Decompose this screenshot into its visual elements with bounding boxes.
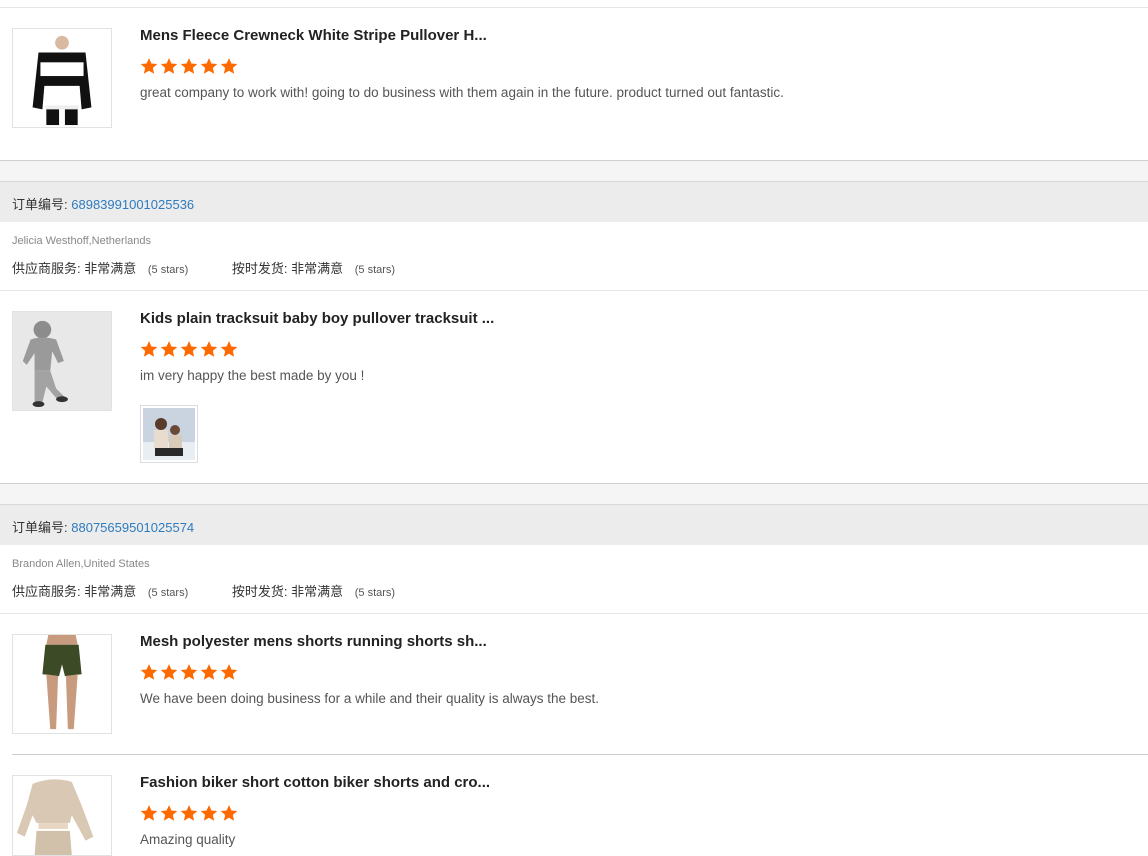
order-header: 订单编号: 88075659501025574 [0,504,1148,545]
delivery-rating: 按时发货: 非常满意 (5 stars) [231,261,396,276]
review-text: Amazing quality [140,832,236,847]
customer-photo-thumbnail [143,408,195,460]
divider [0,290,1148,291]
product-title[interactable]: Mens Fleece Crewneck White Stripe Pullov… [140,27,487,44]
order-number-label: 订单编号: [12,520,68,535]
star-icon [160,341,178,357]
star-icon [200,58,218,74]
star-icon [160,664,178,680]
beige-crop-set-image [13,776,111,855]
star-icon [180,805,198,821]
product-title[interactable]: Mesh polyester mens shorts running short… [140,633,487,650]
star-icon [220,664,238,680]
star-icon [180,664,198,680]
star-icon [140,341,158,357]
order-number-link[interactable]: 88075659501025574 [71,520,194,535]
supplier-service-rating: 供应商服务: 非常满意 (5 stars) [12,584,189,599]
delivery-rating: 按时发货: 非常满意 (5 stars) [231,584,396,599]
divider [0,7,1148,8]
star-rating [140,57,238,75]
star-rating [140,804,238,822]
supplier-service-rating: 供应商服务: 非常满意 (5 stars) [12,261,189,276]
review-text: We have been doing business for a while … [140,691,600,706]
review-text: im very happy the best made by you ! [140,368,365,383]
divider [12,754,1148,755]
star-icon [140,664,158,680]
divider [0,483,1148,484]
star-icon [160,805,178,821]
divider [0,160,1148,161]
star-icon [180,341,198,357]
black-sweater-image [13,29,111,127]
order-ratings: 供应商服务: 非常满意 (5 stars) 按时发货: 非常满意 (5 star… [12,581,395,600]
star-icon [180,58,198,74]
star-rating [140,663,238,681]
star-icon [160,58,178,74]
review-photo-attachment[interactable] [140,405,198,463]
order-ratings: 供应商服务: 非常满意 (5 stars) 按时发货: 非常满意 (5 star… [12,258,395,277]
product-thumbnail-sweater[interactable] [12,28,112,128]
star-rating [140,340,238,358]
star-icon [200,341,218,357]
review-text: great company to work with! going to do … [140,85,784,100]
star-icon [200,805,218,821]
star-icon [200,664,218,680]
order-header: 订单编号: 68983991001025536 [0,181,1148,222]
order-number-label: 订单编号: [12,197,68,212]
star-icon [220,341,238,357]
green-shorts-image [13,635,111,733]
product-title[interactable]: Fashion biker short cotton biker shorts … [140,774,490,791]
divider [0,613,1148,614]
product-thumbnail-shorts[interactable] [12,634,112,734]
buyer-name: Jelicia Westhoff,Netherlands [12,235,151,247]
kids-tracksuit-image [13,312,111,410]
order-number-link[interactable]: 68983991001025536 [71,197,194,212]
review-block-1 [0,0,1148,160]
buyer-name: Brandon Allen,United States [12,558,150,570]
product-thumbnail-tracksuit[interactable] [12,311,112,411]
star-icon [140,805,158,821]
product-title[interactable]: Kids plain tracksuit baby boy pullover t… [140,310,494,327]
star-icon [220,805,238,821]
star-icon [220,58,238,74]
star-icon [140,58,158,74]
product-thumbnail-crop-set[interactable] [12,775,112,856]
